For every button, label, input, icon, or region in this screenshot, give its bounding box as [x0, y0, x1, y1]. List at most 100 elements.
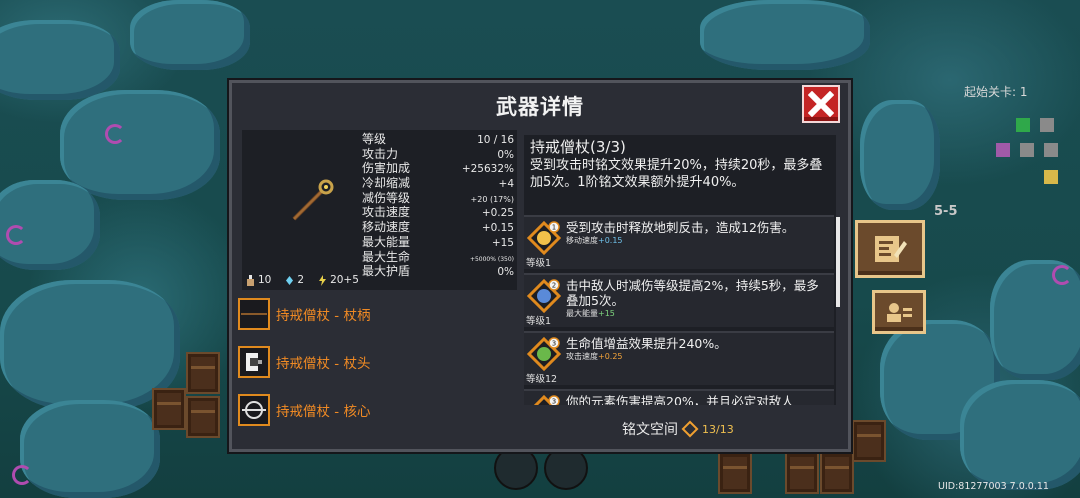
profile-button[interactable]	[872, 290, 926, 334]
hero-avatar-1[interactable]	[494, 446, 538, 490]
lightning-icon	[319, 274, 327, 286]
resource-c-value: 20+5	[330, 274, 359, 286]
inscription-number: 1	[552, 224, 556, 232]
minimap-room	[1044, 170, 1058, 184]
gem-icon	[286, 275, 294, 285]
inscription-list: 1 等级1 受到攻击时释放地刺反击，造成12伤害。 移动速度+0.15 2 等级1 击中敌人…	[524, 215, 834, 405]
inscription-level: 等级1	[526, 258, 552, 269]
resource-b-value: 2	[297, 274, 305, 286]
stat-row: 冷却缩减 +4	[362, 176, 514, 191]
inscription-number: 3	[552, 398, 556, 406]
stat-value: +15	[491, 236, 514, 249]
part-item-head[interactable]: 持戒僧杖 - 杖头	[238, 344, 508, 380]
resource-item: 20+5	[318, 274, 359, 286]
inscription-description: 受到攻击时释放地刺反击，造成12伤害。 移动速度+0.15	[566, 220, 830, 246]
inscription-slot-row: 铭文空间 13/13	[622, 419, 734, 439]
weapon-description: 受到攻击时铭文效果提升20%，持续20秒，最多叠加5次。1阶铭文效果额外提升40…	[530, 158, 823, 190]
stat-row: 最大生命 +5000% (350)	[362, 250, 514, 265]
stat-name: 攻击速度	[362, 205, 411, 220]
profile-card-icon	[887, 303, 912, 322]
scrollbar-thumb[interactable]	[836, 217, 840, 307]
minimap-room	[1040, 118, 1054, 132]
stat-name: 最大生命	[362, 249, 411, 264]
monk-staff-icon	[292, 179, 334, 221]
stat-name: 伤害加成	[362, 161, 411, 176]
inscription-level: 等级12	[526, 374, 558, 385]
inscription-text: 生命值增益效果提升240%。	[566, 336, 727, 351]
part-label: 持戒僧杖 - 核心	[276, 404, 371, 420]
staff-core-icon	[238, 394, 270, 426]
stat-row: 最大能量 +15	[362, 235, 514, 250]
bonus-value: +15	[598, 309, 615, 318]
inscription-level: 等级1	[526, 316, 552, 327]
stat-row: 伤害加成 +25632%	[362, 161, 514, 176]
minimap: 起始关卡: 1 5-5	[928, 80, 1074, 220]
inscription-item[interactable]: 1 等级1 受到攻击时释放地刺反击，造成12伤害。 移动速度+0.15	[524, 215, 834, 269]
resource-item: 10	[246, 274, 271, 286]
resource-item: 2	[285, 274, 304, 286]
staff-handle-icon	[238, 298, 270, 330]
inscription-bonus: 移动速度+0.15	[566, 235, 830, 246]
stat-value: +0.25	[481, 207, 514, 220]
stat-name: 等级	[362, 132, 387, 146]
part-item-handle[interactable]: 持戒僧杖 - 杖柄	[238, 296, 508, 332]
weapon-parts-list: 持戒僧杖 - 杖柄 持戒僧杖 - 杖头 持戒僧杖 - 核心	[238, 296, 508, 440]
minimap-room	[1020, 143, 1034, 157]
stat-name: 最大护盾	[362, 264, 411, 279]
stage-number: 5-5	[934, 204, 958, 219]
user-id: UID:81277003 7.0.0.11	[938, 481, 1049, 492]
stat-name: 减伤等级	[362, 190, 411, 205]
weapon-title: 持戒僧杖(3/3)	[530, 138, 626, 156]
close-button[interactable]	[802, 85, 840, 123]
slot-count: 13/13	[702, 422, 734, 436]
stage-label: 起始关卡: 1	[964, 85, 1028, 99]
stats-list: 等级 10 / 16 攻击力 0% 伤害加成 +25632% 冷却缩减 +4 减伤等级 +20 (…	[362, 132, 514, 279]
minimap-room	[1044, 143, 1058, 157]
inscription-item[interactable]: 3 你的元素伤害提高20%，并且必定对敌人	[524, 389, 834, 405]
inscription-number: 2	[552, 282, 556, 290]
diamond-icon	[681, 420, 699, 438]
resource-row: 10 2 20+5	[246, 274, 359, 286]
inscription-item[interactable]: 2 等级1 击中敌人时减伤等级提高2%，持续5秒，最多叠加5次。 最大能量+15	[524, 273, 834, 327]
inscription-description: 生命值增益效果提升240%。 攻击速度+0.25	[566, 336, 830, 362]
inscription-number: 3	[552, 340, 556, 348]
inscription-item[interactable]: 3 等级12 生命值增益效果提升240%。 攻击速度+0.25	[524, 331, 834, 385]
bonus-value: +0.25	[598, 352, 623, 361]
inscription-bonus: 攻击速度+0.25	[566, 351, 830, 362]
stat-row: 攻击力 0%	[362, 147, 514, 162]
stat-name: 最大能量	[362, 234, 411, 249]
inscription-icon: 1	[527, 221, 561, 255]
bonus-name: 攻击速度	[566, 352, 598, 361]
part-label: 持戒僧杖 - 杖柄	[276, 308, 371, 324]
stat-row: 减伤等级 +20 (17%)	[362, 191, 514, 206]
stat-value: +20 (17%)	[470, 194, 514, 204]
inscription-icon: 3	[533, 395, 560, 406]
stat-value: +4	[498, 178, 514, 191]
inscription-bonus: 最大能量+15	[566, 308, 830, 319]
weapon-description-panel[interactable]: 持戒僧杖(3/3) 受到攻击时铭文效果提升20%，持续20秒，最多叠加5次。1阶…	[524, 135, 840, 405]
notes-button[interactable]	[855, 220, 925, 278]
staff-head-icon	[238, 346, 270, 378]
inscription-text: 你的元素伤害提高20%，并且必定对敌人	[566, 394, 794, 405]
flask-icon	[247, 274, 254, 286]
hero-avatar-2[interactable]	[544, 446, 588, 490]
inscription-text: 击中敌人时减伤等级提高2%，持续5秒，最多叠加5次。	[566, 278, 819, 308]
inscription-description: 你的元素伤害提高20%，并且必定对敌人	[566, 394, 830, 405]
part-item-core[interactable]: 持戒僧杖 - 核心	[238, 392, 508, 428]
resource-a-value: 10	[258, 274, 272, 286]
slot-label: 铭文空间	[622, 422, 678, 438]
weapon-stats-box: 等级 10 / 16 攻击力 0% 伤害加成 +25632% 冷却缩减 +4 减伤等级 +20 (…	[242, 130, 517, 290]
stat-value: +0.15	[481, 222, 514, 235]
inscription-description: 击中敌人时减伤等级提高2%，持续5秒，最多叠加5次。 最大能量+15	[566, 278, 830, 319]
scrollbar[interactable]	[836, 135, 840, 405]
weapon-header: 持戒僧杖(3/3) 受到攻击时铭文效果提升20%，持续20秒，最多叠加5次。1阶…	[524, 135, 840, 195]
minimap-room	[996, 143, 1010, 157]
stat-name: 冷却缩减	[362, 176, 411, 191]
stat-value: 0%	[497, 148, 514, 161]
inscription-icon: 2	[527, 279, 561, 313]
stat-value: 0%	[497, 266, 514, 279]
bonus-value: +0.15	[598, 236, 623, 245]
inscription-icon: 3	[527, 337, 561, 371]
part-label: 持戒僧杖 - 杖头	[276, 356, 371, 372]
stat-row: 攻击速度 +0.25	[362, 205, 514, 220]
